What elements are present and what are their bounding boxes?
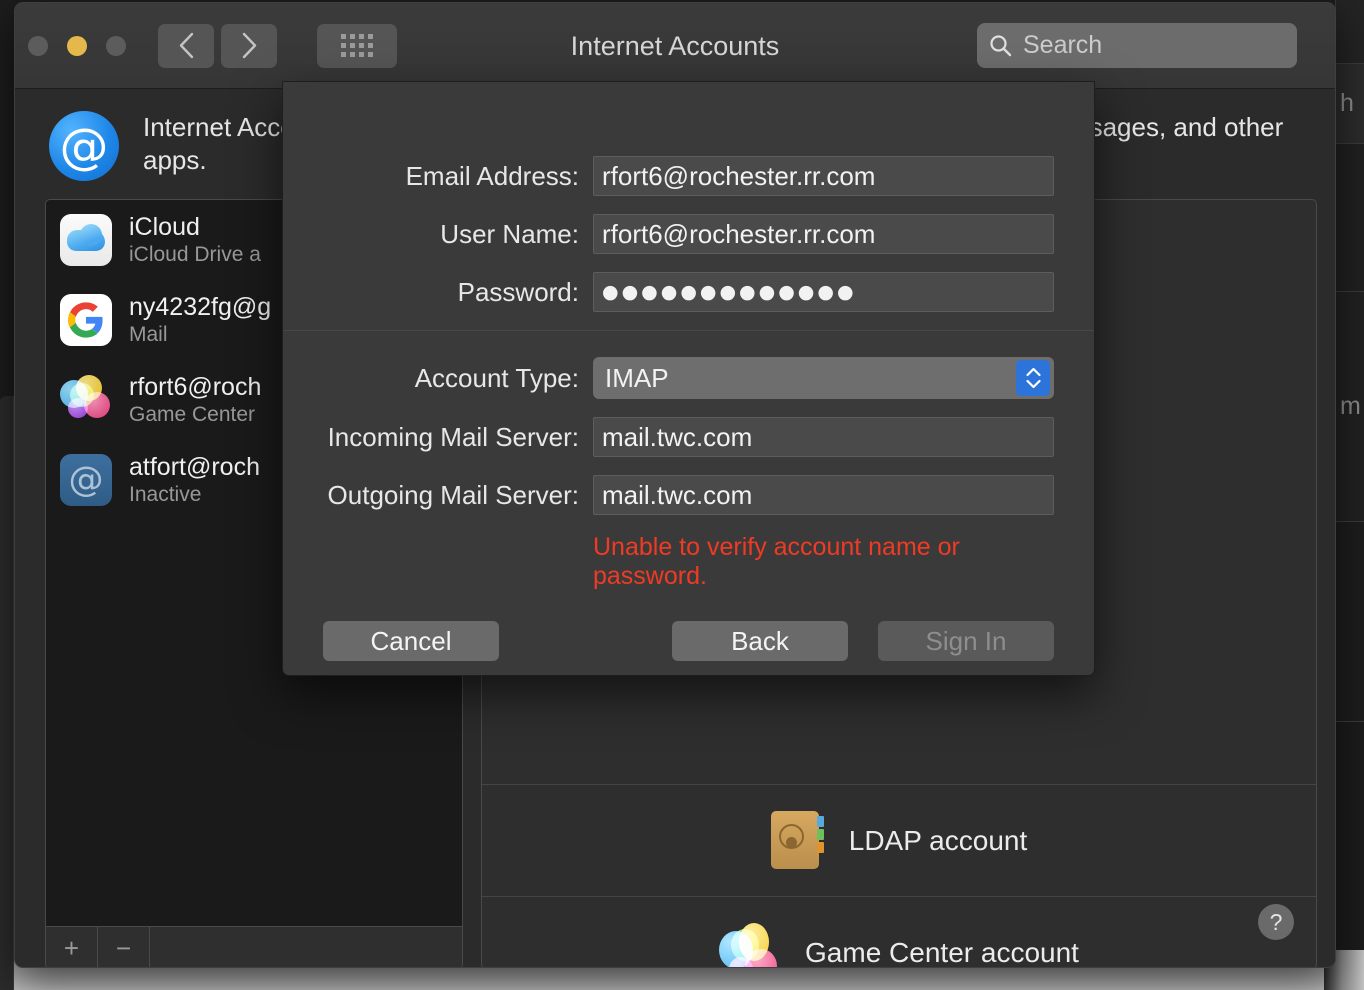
background-window[interactable]: h m [1335, 0, 1364, 950]
outgoing-mail-server-label: Outgoing Mail Server: [327, 479, 579, 510]
account-services: iCloud Drive a [129, 242, 261, 266]
email-address-row: Email Address: [283, 156, 1094, 196]
email-address-label: Email Address: [405, 160, 579, 191]
ldap-icon [770, 810, 825, 871]
account-type-game-center[interactable]: Game Center account [482, 897, 1316, 968]
account-name: rfort6@roch [129, 372, 262, 401]
account-type-label: Account Type: [414, 362, 579, 393]
account-services: Game Center [129, 402, 256, 426]
back-button[interactable] [158, 23, 214, 68]
internet-accounts-at-icon: @ [49, 111, 119, 181]
chevron-left-icon [179, 32, 193, 59]
account-type-label: Game Center account [805, 936, 1079, 968]
account-services: Mail [129, 322, 168, 346]
internet-accounts-window: Internet Accounts @ Internet Accounts se… [14, 2, 1336, 968]
user-name-field[interactable] [593, 214, 1054, 254]
help-button[interactable]: ? [1258, 904, 1294, 940]
background-window-row [1336, 722, 1364, 950]
user-name-row: User Name: [283, 214, 1094, 254]
incoming-mail-server-row: Incoming Mail Server: [283, 417, 1094, 457]
search-field[interactable] [977, 23, 1297, 68]
mail-account-setup-sheet: Email Address: User Name: Password: ●●●●… [282, 81, 1095, 676]
background-window-row [1336, 144, 1364, 292]
back-button[interactable]: Back [672, 621, 848, 661]
email-address-field[interactable] [593, 156, 1054, 196]
grid-dots-icon [341, 34, 373, 57]
account-type-value: IMAP [605, 362, 669, 393]
forward-button[interactable] [221, 23, 277, 68]
password-label: Password: [457, 276, 579, 307]
background-window-left-edge[interactable] [0, 396, 14, 990]
account-text: iCloud iCloud Drive a [129, 213, 261, 268]
account-name: iCloud [129, 212, 200, 241]
outgoing-mail-server-row: Outgoing Mail Server: [283, 475, 1094, 515]
incoming-mail-server-label: Incoming Mail Server: [327, 421, 579, 452]
chevron-up-down-icon[interactable] [1016, 360, 1050, 396]
account-type-ldap[interactable]: LDAP account [482, 785, 1316, 897]
sidebar-footer: + − [46, 926, 462, 967]
password-row: Password: ●●●●●●●●●●●●● [283, 272, 1094, 312]
add-account-button[interactable]: + [46, 927, 98, 967]
traffic-lights [28, 35, 126, 56]
account-text: rfort6@roch Game Center [129, 373, 261, 428]
incoming-mail-server-field[interactable] [593, 417, 1054, 457]
account-type-label: LDAP account [848, 824, 1028, 856]
user-name-label: User Name: [440, 218, 579, 249]
account-name: atfort@roch [129, 452, 260, 481]
chevron-right-icon [242, 32, 256, 59]
account-type-row: Account Type: IMAP [283, 357, 1094, 399]
background-window-row [1336, 0, 1364, 64]
sheet-server-section: Account Type: IMAP Incoming Mail Server: [283, 357, 1094, 661]
window-toolbar: Internet Accounts [15, 3, 1335, 89]
navigation-buttons [158, 23, 277, 68]
error-message: Unable to verify account name or passwor… [593, 533, 960, 590]
sheet-button-row: Cancel Back Sign In [283, 621, 1094, 661]
cancel-button[interactable]: Cancel [323, 621, 499, 661]
show-all-button[interactable] [317, 23, 397, 68]
sheet-divider [283, 330, 1094, 331]
game-center-icon [719, 922, 781, 967]
account-type-select[interactable]: IMAP [593, 357, 1054, 399]
sheet-credentials-section: Email Address: User Name: Password: ●●●●… [283, 82, 1094, 312]
account-text: atfort@roch Inactive [129, 453, 260, 508]
game-center-icon [60, 374, 112, 426]
background-window-row-fragment-m: m [1336, 292, 1364, 522]
password-field[interactable]: ●●●●●●●●●●●●● [593, 272, 1054, 312]
account-services: Inactive [129, 482, 202, 506]
minimize-window-button[interactable] [67, 35, 87, 56]
google-icon [60, 294, 112, 346]
search-input[interactable] [1023, 31, 1285, 60]
background-window-row [1336, 522, 1364, 722]
mail-at-icon: @ [60, 454, 112, 506]
account-text: ny4232fg@g Mail [129, 293, 271, 348]
close-window-button[interactable] [28, 35, 48, 56]
background-window-row-fragment-h: h [1336, 64, 1364, 144]
sign-in-button[interactable]: Sign In [878, 621, 1054, 661]
outgoing-mail-server-field[interactable] [593, 475, 1054, 515]
zoom-window-button[interactable] [106, 35, 126, 56]
remove-account-button[interactable]: − [98, 927, 150, 967]
account-name: ny4232fg@g [129, 292, 272, 321]
icloud-icon [60, 214, 112, 266]
sidebar-footer-filler [150, 927, 462, 967]
search-icon [990, 35, 1012, 57]
